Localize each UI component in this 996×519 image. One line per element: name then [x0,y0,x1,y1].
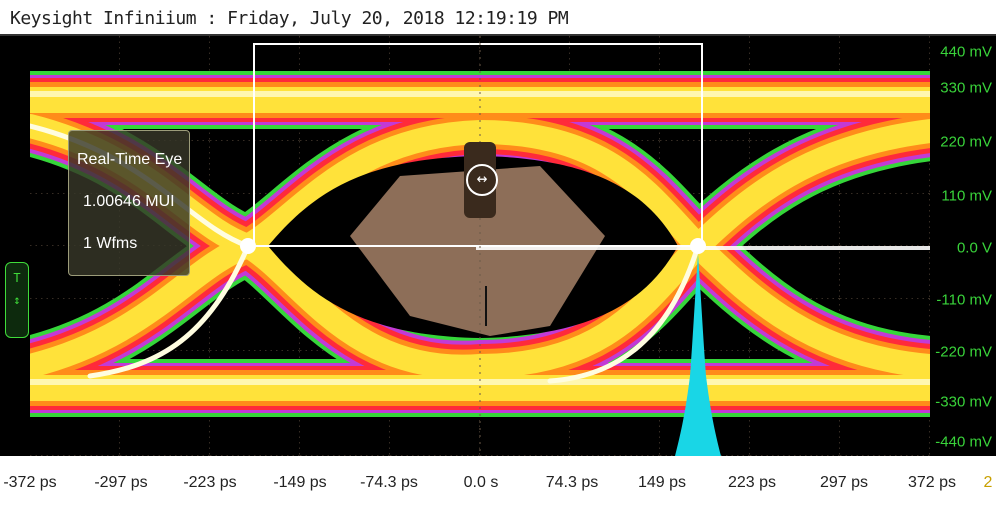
x-tick-label: -372 ps [3,474,57,491]
horizontal-arrows-icon: ↔ [466,164,498,196]
trigger-level-marker[interactable]: T ↕ [5,262,29,338]
window-title: Keysight Infiniium : Friday, July 20, 20… [10,8,569,29]
y-tick-label: 0.0 V [956,239,992,257]
real-time-eye-info-box[interactable]: Real-Time Eye 1.00646 MUI 1 Wfms [68,130,190,276]
info-waveform-count: 1 Wfms [83,235,138,252]
x-tick-label: -74.3 ps [360,474,418,491]
x-tick-label: 149 ps [637,474,687,491]
y-tick-label: 220 mV [940,133,992,151]
x-tick-label: 0.0 s [463,474,499,491]
x-tick-label: 74.3 ps [545,474,599,491]
y-tick-label: 110 mV [941,187,992,205]
trigger-icon: T [13,271,21,285]
x-tick-label: 2 [983,474,993,491]
trigger-arrow-icon: ↕ [13,293,21,307]
y-tick-label: -440 mV [935,433,992,451]
x-tick-label: -149 ps [273,474,327,491]
x-tick-label: -297 ps [94,474,148,491]
y-tick-label: 330 mV [940,79,992,97]
y-axis: 440 mV 330 mV 220 mV 110 mV 0.0 V -110 m… [932,36,996,456]
y-tick-label: 440 mV [940,43,992,61]
info-ui-count: 1.00646 MUI [83,193,175,210]
x-tick-label: -223 ps [183,474,237,491]
info-title: Real-Time Eye [77,151,183,168]
x-tick-label: 372 ps [907,474,957,491]
y-tick-label: -110 mV [936,291,992,309]
title-bar: Keysight Infiniium : Friday, July 20, 20… [0,0,996,36]
y-tick-label: -220 mV [935,343,992,361]
x-axis: -372 ps -297 ps -223 ps -149 ps -74.3 ps… [0,456,996,519]
x-tick-label: 223 ps [727,474,777,491]
y-tick-label: -330 mV [935,393,992,411]
mask-position-handle[interactable]: ↔ [464,142,498,218]
eye-diagram-plot[interactable]: Real-Time Eye 1.00646 MUI 1 Wfms ↔ T ↕ [0,36,996,456]
x-tick-label: 297 ps [819,474,869,491]
